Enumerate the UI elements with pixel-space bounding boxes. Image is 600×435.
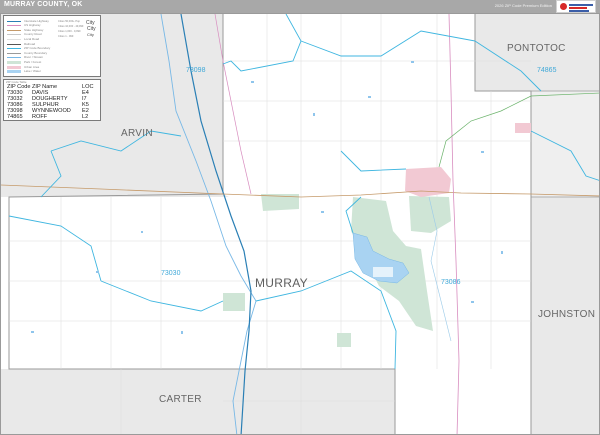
water-swatch-icon <box>7 70 21 74</box>
legend-item: Urban Area <box>7 65 99 69</box>
legend-item-label: Railroad <box>24 41 36 46</box>
legend-item-label: Urban Area <box>24 64 40 69</box>
legend-item: County Boundary <box>7 51 99 55</box>
us-highway-line-icon <box>7 25 21 27</box>
interstate-line-icon <box>7 20 21 22</box>
legend-item-label: River / Stream <box>24 55 44 60</box>
zip-boundary-line-icon <box>7 48 21 50</box>
local-road-line-icon <box>7 38 21 41</box>
us-highway-177 <box>448 14 460 434</box>
population-key-label: Cities 1 - 999 <box>58 35 74 38</box>
population-key-label: Cities 10,000 - 49,999 <box>58 25 84 28</box>
legend-item-label: Interstate Highway <box>24 18 49 23</box>
northeast-county-area <box>531 91 599 197</box>
zip-loc-cell: L2 <box>82 114 89 121</box>
legend-item-label: Local Road <box>24 36 40 41</box>
zip-table-row: 74865 ROFF L2 <box>7 114 98 120</box>
state-highway-line-icon <box>7 29 21 31</box>
pontotoc-county-label: PONTOTOC <box>507 43 566 54</box>
legend-item: ZIP Code Boundary <box>7 46 99 51</box>
map-svg <box>1 14 599 434</box>
publisher-logo <box>556 0 596 13</box>
legend-item-label: Lake / Water <box>24 69 41 74</box>
garvin-county-label: ARVIN <box>121 128 153 139</box>
legend-item: Lake / Water <box>7 69 99 74</box>
zip-code-table: ZIP Code Table ZIP Code ZIP Name LOC 730… <box>3 79 101 121</box>
legend-item-label: State Highway <box>24 27 44 32</box>
map-legend: Interstate Highway US Highway State Highwa… <box>3 15 101 77</box>
roff-urban-area <box>515 123 531 133</box>
population-key-label: Cities 50,000+ Pop <box>58 20 80 23</box>
river-line-icon <box>7 57 21 59</box>
legend-item-label: County Boundary <box>24 50 48 55</box>
zip-code-cell: 74865 <box>7 114 23 121</box>
legend-item-label: County Road <box>24 32 42 37</box>
legend-item: Local Road <box>7 37 99 41</box>
murray-county-label: MURRAY <box>255 276 308 290</box>
zip-label-74865: 74865 <box>537 67 557 74</box>
zip-label-73086: 73086 <box>441 279 461 286</box>
turner-falls-area <box>223 293 245 311</box>
title-bar: MURRAY COUNTY, OK 2026 ZIP Code Premium … <box>0 0 600 13</box>
legend-item: River / Stream <box>7 55 99 60</box>
small-park <box>337 333 351 347</box>
county-boundary-line-icon <box>7 52 21 54</box>
edition-label: 2026 ZIP Code Premium Edition <box>494 3 552 8</box>
legend-item: Railroad <box>7 42 99 46</box>
zip-label-73098: 73098 <box>186 67 206 74</box>
urban-swatch-icon <box>7 65 21 69</box>
johnston-county-label: JOHNSTON <box>538 309 596 320</box>
map-title: MURRAY COUNTY, OK <box>4 1 83 8</box>
zip-label-73030: 73030 <box>161 270 181 277</box>
county-road-line-icon <box>7 34 21 36</box>
legend-item-label: US Highway <box>24 23 41 28</box>
carter-county-label: CARTER <box>159 394 202 405</box>
legend-item: County Road <box>7 32 99 37</box>
park-swatch-icon <box>7 60 21 64</box>
legend-item-label: ZIP Code Boundary <box>24 46 51 51</box>
legend-item-label: Park / Forest <box>24 59 42 64</box>
zip-table-grid: ZIP Code ZIP Name LOC 73030 DAVIS E4 73032 D… <box>7 84 98 121</box>
zip-name-cell: ROFF <box>32 114 48 121</box>
population-key-label: Cities 1,000 - 9,999 <box>58 30 81 33</box>
logo-mark-icon <box>560 3 567 10</box>
legend-item: Park / Forest <box>7 60 99 64</box>
railroad-line-icon <box>7 43 21 45</box>
legend-item: State Highway <box>7 28 99 32</box>
city-small-label: City <box>87 32 94 37</box>
lake-label-box <box>373 267 393 277</box>
